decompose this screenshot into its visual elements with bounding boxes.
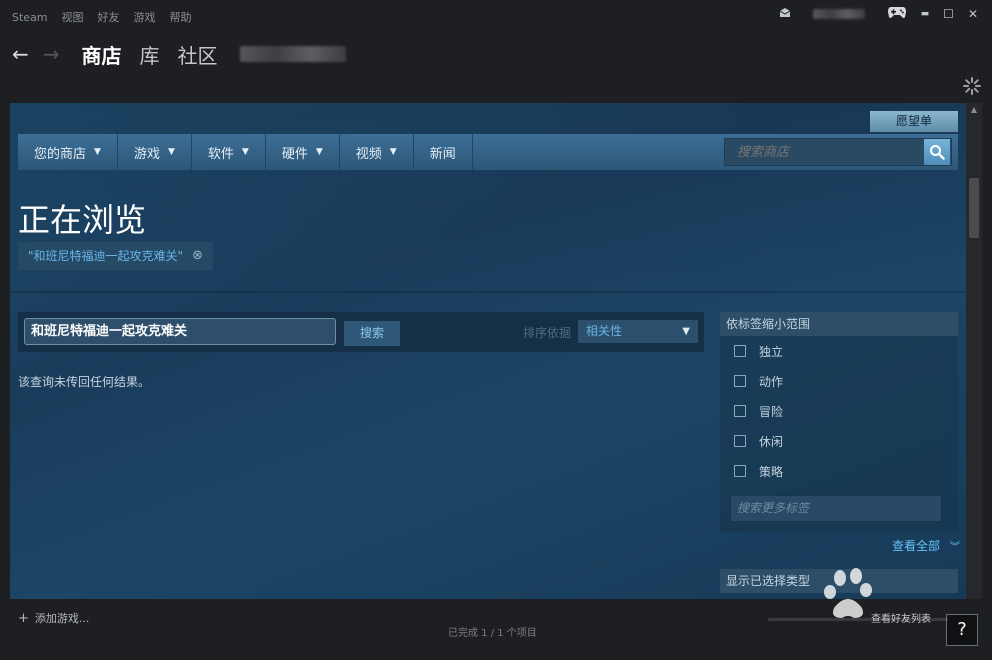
store-search-box — [724, 138, 952, 166]
scrollbar-thumb[interactable] — [969, 178, 979, 238]
tab-label: 游戏 — [133, 146, 160, 162]
account-name-blurred[interactable] — [812, 9, 865, 19]
menu-view[interactable]: 视图 — [62, 9, 84, 25]
see-all-tags-link[interactable]: 查看全部 ︾ — [892, 537, 960, 554]
tag-label: 休闲 — [759, 434, 784, 449]
store-search-input[interactable] — [725, 139, 924, 165]
tag-option[interactable]: 冒险 — [720, 396, 958, 426]
section-divider — [10, 291, 966, 293]
remove-filter-icon[interactable]: ⊗ — [192, 242, 203, 270]
tag-label: 动作 — [759, 374, 784, 389]
search-results-bar: 和班尼特福迪一起攻克难关 搜索 排序依据 相关性 ▼ — [18, 312, 704, 352]
store-nav-bar: 您的商店 ▼ 游戏 ▼ 软件 ▼ 硬件 ▼ 视频 ▼ 新闻 — [18, 134, 958, 170]
caret-down-icon: ▼ — [94, 147, 101, 157]
tag-panel-title: 依标签缩小范围 — [720, 312, 958, 336]
tab-news[interactable]: 新闻 — [414, 134, 473, 170]
download-progress-text: 已完成 1 / 1 个项目 — [448, 628, 537, 639]
friends-list-link[interactable]: 查看好友列表 — [871, 610, 931, 625]
help-button[interactable]: ? — [946, 614, 978, 646]
menu-steam[interactable]: Steam — [12, 11, 48, 24]
loading-spinner-icon — [962, 76, 982, 101]
forward-arrow-icon[interactable]: → — [43, 42, 60, 66]
nav-community[interactable]: 社区 — [178, 40, 218, 69]
sort-value: 相关性 — [586, 324, 623, 338]
tab-hardware[interactable]: 硬件 ▼ — [266, 134, 340, 170]
main-nav: ← → 商店 库 社区 — [0, 36, 992, 72]
controller-icon[interactable] — [887, 6, 907, 22]
see-all-label: 查看全部 — [892, 539, 941, 553]
nav-username-blurred[interactable] — [239, 46, 346, 62]
type-panel-title: 显示已选择类型 — [720, 569, 958, 593]
caret-down-icon: ▼ — [167, 147, 175, 157]
double-chevron-down-icon: ︾ — [949, 542, 960, 553]
menu-help[interactable]: 帮助 — [170, 9, 192, 25]
scroll-up-icon[interactable]: ▲ — [966, 103, 982, 117]
bottom-bar: + 添加游戏... 已完成 1 / 1 个项目 查看好友列表 ? — [0, 602, 992, 660]
wishlist-button[interactable]: 愿望单 — [870, 111, 958, 132]
checkbox[interactable] — [734, 345, 746, 357]
plus-icon: + — [18, 611, 29, 626]
nav-library[interactable]: 库 — [140, 40, 160, 69]
no-results-message: 该查询未传回任何结果。 — [18, 375, 151, 389]
more-tags-input[interactable]: 搜索更多标签 — [730, 495, 942, 522]
window-controls: ▬ ☐ ✕ — [765, 6, 978, 22]
search-button[interactable] — [924, 139, 950, 165]
tab-label: 视频 — [355, 146, 382, 162]
caret-down-icon: ▼ — [241, 147, 249, 157]
nav-store[interactable]: 商店 — [82, 40, 122, 69]
tab-games[interactable]: 游戏 ▼ — [118, 134, 192, 170]
checkbox[interactable] — [734, 405, 746, 417]
active-filter-chip[interactable]: "和班尼特福迪一起攻克难关" ⊗ — [18, 242, 214, 270]
tab-label: 您的商店 — [34, 146, 87, 162]
add-game-button[interactable]: + 添加游戏... — [18, 610, 89, 626]
tag-filter-panel: 依标签缩小范围 独立 动作 冒险 休闲 策略 搜索更多标签 — [720, 312, 958, 532]
checkbox[interactable] — [734, 465, 746, 477]
tag-option[interactable]: 休闲 — [720, 426, 958, 456]
tag-label: 策略 — [759, 464, 784, 479]
caret-down-icon: ▼ — [682, 326, 690, 337]
tab-label: 新闻 — [429, 146, 456, 162]
tab-software[interactable]: 软件 ▼ — [192, 134, 266, 170]
maximize-icon[interactable]: ☐ — [943, 7, 954, 21]
search-icon — [930, 145, 945, 160]
tab-your-store[interactable]: 您的商店 ▼ — [18, 134, 118, 170]
search-submit-button[interactable]: 搜索 — [344, 321, 400, 346]
tag-label: 独立 — [759, 344, 784, 359]
tab-label: 硬件 — [281, 146, 308, 162]
caret-down-icon: ▼ — [389, 147, 397, 157]
filter-chip-label: "和班尼特福迪一起攻克难关" — [28, 249, 184, 263]
caret-down-icon: ▼ — [315, 147, 323, 157]
page-title: 正在浏览 — [18, 201, 147, 239]
tag-option[interactable]: 策略 — [720, 456, 958, 486]
tag-label: 冒险 — [759, 404, 784, 419]
add-game-label: 添加游戏... — [34, 612, 90, 625]
tag-option[interactable]: 独立 — [720, 336, 958, 366]
tab-videos[interactable]: 视频 ▼ — [340, 134, 414, 170]
sort-label: 排序依据 — [523, 326, 572, 340]
search-term-input[interactable]: 和班尼特福迪一起攻克难关 — [24, 318, 336, 345]
tag-option[interactable]: 动作 — [720, 366, 958, 396]
checkbox[interactable] — [734, 375, 746, 387]
menu-friends[interactable]: 好友 — [98, 9, 120, 25]
store-page: 愿望单 您的商店 ▼ 游戏 ▼ 软件 ▼ 硬件 ▼ 视频 ▼ 新闻 正在浏览 "和班尼特福… — [10, 103, 966, 599]
close-icon[interactable]: ✕ — [968, 7, 978, 21]
mail-icon[interactable] — [779, 7, 791, 21]
checkbox[interactable] — [734, 435, 746, 447]
menu-games[interactable]: 游戏 — [134, 9, 156, 25]
sort-dropdown[interactable]: 相关性 ▼ — [578, 320, 698, 343]
back-arrow-icon[interactable]: ← — [12, 42, 29, 66]
tab-label: 软件 — [207, 146, 234, 162]
minimize-icon[interactable]: ▬ — [921, 9, 930, 19]
